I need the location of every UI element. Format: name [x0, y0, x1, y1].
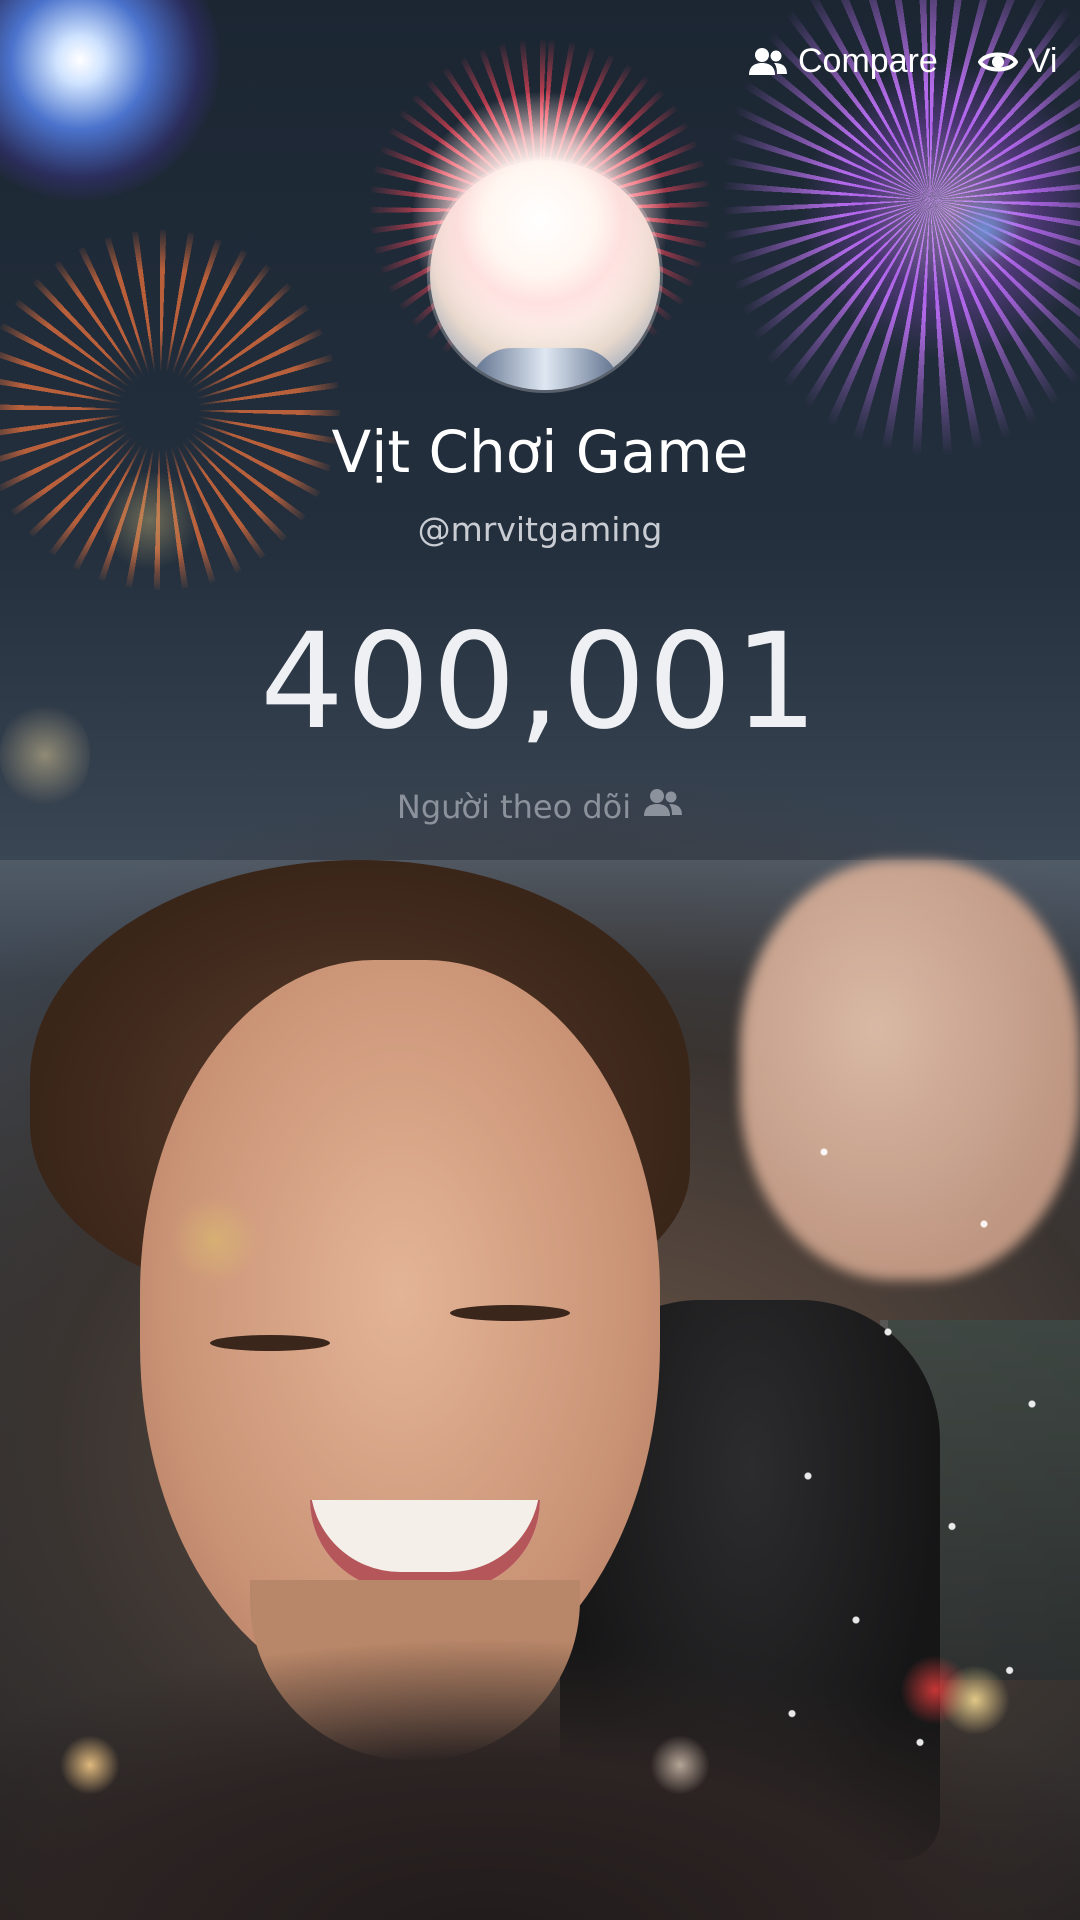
follower-label: Người theo dõi — [396, 788, 632, 826]
view-button[interactable]: Vi — [977, 42, 1058, 81]
users-icon — [748, 47, 788, 77]
firework-blue — [0, 0, 220, 200]
follower-count: 400,001 — [260, 605, 820, 759]
eye-icon — [977, 48, 1018, 76]
sparkler-effect — [760, 1080, 1080, 1800]
avatar-figure — [470, 348, 620, 390]
bokeh-light — [950, 195, 1020, 265]
person-eye-left — [210, 1335, 330, 1351]
firework-purple-glow — [800, 60, 1080, 360]
compare-label: Compare — [798, 42, 938, 80]
live-counter-screen: Compare Vi Vịt Chơi Game @mrvitgaming 40… — [0, 0, 1080, 1920]
person-eye-right — [450, 1305, 570, 1321]
display-name: Vịt Chơi Game — [331, 418, 749, 486]
username: @mrvitgaming — [417, 510, 663, 549]
view-label: Vi — [1027, 42, 1058, 80]
bokeh-light — [60, 1735, 120, 1795]
firework-red-burst — [410, 90, 670, 350]
top-nav: Compare Vi — [748, 42, 1057, 81]
bokeh-light — [170, 1195, 260, 1285]
bokeh-light — [650, 1735, 710, 1795]
users-icon — [643, 788, 683, 826]
follower-label-row: Người theo dõi — [0, 788, 1080, 826]
compare-button[interactable]: Compare — [748, 42, 938, 81]
